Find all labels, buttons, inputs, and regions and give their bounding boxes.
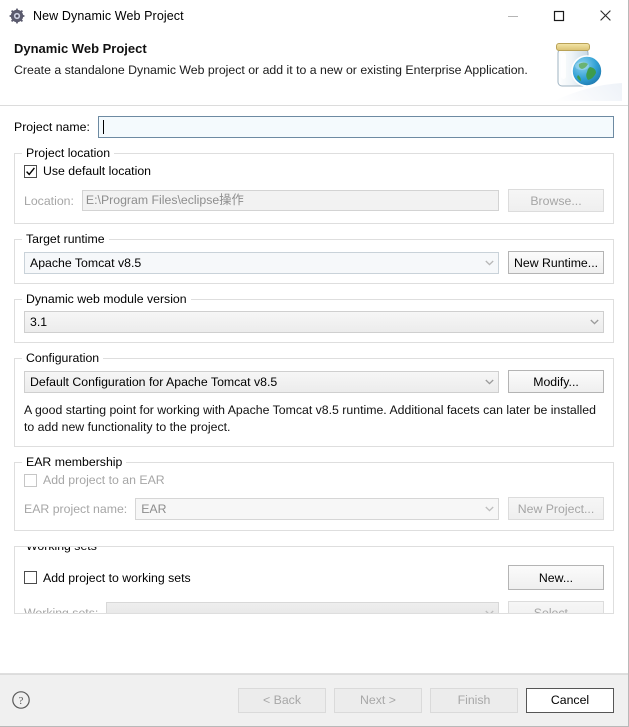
modify-button[interactable]: Modify...	[508, 370, 604, 393]
next-button: Next >	[334, 687, 422, 713]
working-sets-row: Working sets: Select...	[24, 601, 604, 614]
location-input: E:\Program Files\eclipse操作	[81, 190, 499, 211]
new-dynamic-web-project-dialog: New Dynamic Web Project Dynamic Web Proj…	[0, 0, 629, 727]
working-sets-legend: Working sets	[22, 547, 101, 553]
use-default-location-label: Use default location	[43, 164, 152, 178]
select-working-sets-button: Select...	[508, 601, 604, 613]
working-sets-label: Working sets:	[24, 605, 99, 614]
project-name-label: Project name:	[14, 120, 90, 134]
text-caret	[102, 120, 104, 134]
module-version-group: Dynamic web module version 3.1	[14, 292, 614, 343]
project-name-input[interactable]	[97, 116, 614, 138]
window-title: New Dynamic Web Project	[33, 8, 184, 23]
new-ear-project-button: New Project...	[508, 497, 604, 520]
minimize-button[interactable]	[490, 0, 536, 31]
browse-button: Browse...	[508, 189, 604, 212]
chevron-down-icon	[481, 499, 498, 518]
chevron-down-icon	[481, 603, 498, 613]
project-location-group: Project location Use default location Lo…	[14, 146, 614, 224]
configuration-group: Configuration Default Configuration for …	[14, 351, 614, 447]
chevron-down-icon	[586, 313, 603, 332]
title-bar: New Dynamic Web Project	[0, 0, 628, 31]
cancel-button[interactable]: Cancel	[526, 687, 614, 713]
ear-project-name-label: EAR project name:	[24, 501, 128, 516]
target-runtime-value: Apache Tomcat v8.5	[30, 255, 142, 270]
target-runtime-legend: Target runtime	[22, 232, 109, 246]
use-default-location-row[interactable]: Use default location	[24, 164, 604, 178]
chevron-down-icon	[481, 253, 498, 272]
ear-project-name-row: EAR project name: EAR New Project...	[24, 497, 604, 520]
module-version-value: 3.1	[30, 315, 48, 329]
configuration-description: A good starting point for working with A…	[24, 403, 596, 434]
location-row: Location: E:\Program Files\eclipse操作 Bro…	[24, 189, 604, 212]
project-name-row: Project name:	[14, 116, 614, 138]
working-sets-select	[106, 601, 499, 613]
ear-project-name-select: EAR	[135, 497, 499, 520]
dialog-body: Project name: Project location Use defau…	[0, 106, 628, 673]
finish-button: Finish	[430, 687, 518, 713]
footer-divider	[0, 674, 628, 675]
working-sets-group: Working sets Add project to working sets…	[14, 546, 614, 614]
configuration-legend: Configuration	[22, 351, 104, 365]
location-label: Location:	[24, 193, 74, 208]
location-value: E:\Program Files\eclipse操作	[85, 193, 244, 207]
dialog-footer: ? < Back Next > Finish Cancel	[0, 673, 628, 726]
chevron-down-icon	[481, 372, 498, 391]
target-runtime-row: Apache Tomcat v8.5 New Runtime...	[24, 251, 604, 274]
back-button: < Back	[238, 687, 326, 713]
ear-membership-group: EAR membership Add project to an EAR EAR…	[14, 455, 614, 531]
dialog-header: Dynamic Web Project Create a standalone …	[0, 31, 628, 106]
close-button[interactable]	[582, 0, 628, 31]
ear-membership-legend: EAR membership	[22, 455, 127, 469]
add-to-working-sets-label: Add project to working sets	[43, 570, 191, 585]
project-location-legend: Project location	[22, 146, 115, 160]
module-version-select[interactable]: 3.1	[24, 311, 604, 333]
module-version-legend: Dynamic web module version	[22, 292, 191, 306]
page-description: Create a standalone Dynamic Web project …	[14, 63, 528, 77]
add-project-to-ear-row: Add project to an EAR	[24, 473, 604, 487]
add-to-working-sets-checkbox[interactable]	[24, 571, 37, 584]
target-runtime-select[interactable]: Apache Tomcat v8.5	[24, 251, 499, 274]
ear-project-name-value: EAR	[141, 501, 167, 516]
gear-icon	[9, 8, 25, 24]
add-to-working-sets-row: Add project to working sets New...	[24, 565, 604, 590]
configuration-value: Default Configuration for Apache Tomcat …	[30, 374, 278, 389]
use-default-location-checkbox[interactable]	[24, 164, 37, 178]
module-version-row: 3.1	[24, 311, 604, 333]
maximize-button[interactable]	[536, 0, 582, 31]
configuration-row: Default Configuration for Apache Tomcat …	[24, 370, 604, 393]
web-project-jar-globe-icon	[538, 31, 622, 101]
new-runtime-button[interactable]: New Runtime...	[508, 251, 604, 274]
new-working-set-button[interactable]: New...	[508, 565, 604, 590]
window-controls	[490, 0, 628, 31]
configuration-select[interactable]: Default Configuration for Apache Tomcat …	[24, 370, 499, 393]
svg-text:?: ?	[19, 695, 24, 707]
target-runtime-group: Target runtime Apache Tomcat v8.5 New Ru…	[14, 232, 614, 284]
help-question-icon[interactable]: ?	[11, 690, 31, 710]
page-title: Dynamic Web Project	[14, 41, 147, 56]
add-project-to-ear-label: Add project to an EAR	[43, 473, 165, 487]
add-project-to-ear-checkbox	[24, 473, 37, 487]
